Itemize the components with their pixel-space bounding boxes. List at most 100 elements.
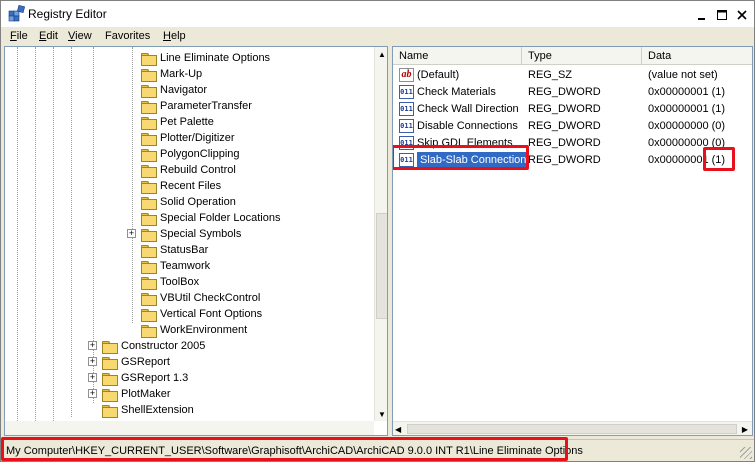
expand-plus-icon[interactable]: + bbox=[88, 357, 97, 366]
tree-item-label: Rebuild Control bbox=[160, 164, 236, 176]
tree-item[interactable]: Special Folder Locations bbox=[140, 210, 280, 226]
tree-item[interactable]: ParameterTransfer bbox=[140, 98, 252, 114]
tree-item-label: Pet Palette bbox=[160, 116, 214, 128]
folder-icon bbox=[101, 372, 118, 386]
expand-plus-icon[interactable]: + bbox=[88, 389, 97, 398]
folder-icon bbox=[140, 68, 157, 82]
tree-item[interactable]: Teamwork bbox=[140, 258, 210, 274]
tree-item[interactable]: ToolBox bbox=[140, 274, 199, 290]
menu-help[interactable]: Help bbox=[163, 30, 186, 42]
column-header-type[interactable]: Type bbox=[522, 47, 642, 65]
tree-guide-line bbox=[71, 47, 72, 417]
maximize-icon bbox=[717, 9, 727, 20]
highlight-box-status-path bbox=[1, 437, 568, 461]
table-row[interactable]: 011 Check Wall Direction REG_DWORD 0x000000… bbox=[393, 100, 752, 117]
highlight-box-value-data bbox=[703, 147, 735, 171]
close-icon bbox=[737, 9, 747, 20]
menu-view[interactable]: View bbox=[68, 30, 92, 42]
value-type-cell: REG_DWORD bbox=[528, 102, 601, 115]
tree-item[interactable]: Special Symbols bbox=[140, 226, 241, 242]
tree-item-label: VBUtil CheckControl bbox=[160, 292, 261, 304]
tree-item[interactable]: GSReport 1.3 bbox=[101, 370, 188, 386]
tree-item[interactable]: Rebuild Control bbox=[140, 162, 236, 178]
tree-item[interactable]: Solid Operation bbox=[140, 194, 236, 210]
folder-icon bbox=[140, 212, 157, 226]
tree-item[interactable]: Vertical Font Options bbox=[140, 306, 262, 322]
tree-item[interactable]: GSReport bbox=[101, 354, 170, 370]
value-type-cell: REG_DWORD bbox=[528, 136, 601, 149]
tree-item[interactable]: StatusBar bbox=[140, 242, 208, 258]
column-header-name[interactable]: Name bbox=[393, 47, 522, 65]
value-data-cell: 0x00000001 (1) bbox=[648, 85, 726, 98]
menu-file[interactable]: File bbox=[10, 30, 28, 42]
binary-value-icon: 011 bbox=[399, 118, 414, 133]
expand-plus-icon[interactable]: + bbox=[88, 373, 97, 382]
folder-icon bbox=[140, 148, 157, 162]
folder-icon bbox=[140, 276, 157, 290]
registry-editor-window: Registry Editor File Edit View Favorites… bbox=[0, 0, 755, 462]
maximize-button[interactable] bbox=[714, 7, 730, 22]
tree-item[interactable]: Navigator bbox=[140, 82, 207, 98]
expand-plus-icon[interactable]: + bbox=[88, 341, 97, 350]
value-name-cell: 011 Check Wall Direction bbox=[399, 100, 519, 117]
tree-item-label: Line Eliminate Options bbox=[160, 52, 271, 64]
tree-item-label: Recent Files bbox=[160, 180, 222, 192]
value-name: Check Materials bbox=[417, 85, 496, 98]
scroll-up-arrow-icon[interactable]: ▲ bbox=[375, 47, 387, 61]
folder-icon bbox=[101, 388, 118, 402]
tree-item[interactable]: Recent Files bbox=[140, 178, 221, 194]
list-horizontal-scrollbar[interactable]: ◀ ▶ bbox=[393, 421, 752, 435]
values-list-pane[interactable]: Name Type Data ab (Default) REG_SZ (value n… bbox=[392, 46, 753, 436]
value-name: Disable Connections bbox=[417, 119, 518, 132]
value-data-cell: (value not set) bbox=[648, 68, 718, 81]
value-data-cell: 0x00000001 (1) bbox=[648, 102, 726, 115]
tree-item-label: ShellExtension bbox=[121, 404, 194, 416]
folder-icon bbox=[101, 356, 118, 370]
folder-icon bbox=[140, 116, 157, 130]
scroll-right-arrow-icon[interactable]: ▶ bbox=[742, 422, 748, 435]
folder-icon bbox=[140, 324, 157, 338]
tree-vertical-scrollbar[interactable]: ▲ ▼ bbox=[374, 47, 387, 421]
tree-item[interactable]: ShellExtension bbox=[101, 402, 194, 418]
scroll-left-arrow-icon[interactable]: ◀ bbox=[395, 422, 401, 435]
binary-value-icon: 011 bbox=[399, 84, 414, 99]
resize-grip-icon[interactable] bbox=[740, 447, 752, 459]
value-name-cell: 011 Disable Connections bbox=[399, 117, 518, 134]
tree-guide-line bbox=[53, 47, 54, 421]
scroll-down-arrow-icon[interactable]: ▼ bbox=[375, 407, 387, 421]
tree-item[interactable]: Plotter/Digitizer bbox=[140, 130, 235, 146]
tree-item[interactable]: Mark-Up bbox=[140, 66, 202, 82]
value-type-cell: REG_DWORD bbox=[528, 153, 601, 166]
expand-plus-icon[interactable]: + bbox=[127, 229, 136, 238]
title-bar[interactable]: Registry Editor bbox=[1, 1, 754, 27]
value-type-cell: REG_DWORD bbox=[528, 119, 601, 132]
tree-item[interactable]: Line Eliminate Options bbox=[140, 50, 270, 66]
tree-item-label: Navigator bbox=[160, 84, 208, 96]
tree-item[interactable]: WorkEnvironment bbox=[140, 322, 247, 338]
scrollbar-thumb[interactable] bbox=[376, 213, 387, 319]
table-row[interactable]: 011 Disable Connections REG_DWORD 0x0000000… bbox=[393, 117, 752, 134]
minimize-button[interactable] bbox=[694, 7, 710, 22]
tree-item[interactable]: Pet Palette bbox=[140, 114, 214, 130]
table-row[interactable]: 011 Check Materials REG_DWORD 0x00000001 (1… bbox=[393, 83, 752, 100]
tree-item[interactable]: PlotMaker bbox=[101, 386, 171, 402]
window-title: Registry Editor bbox=[28, 7, 107, 21]
tree-guide-line bbox=[35, 47, 36, 421]
tree-item-label: Plotter/Digitizer bbox=[160, 132, 235, 144]
tree-item[interactable]: VBUtil CheckControl bbox=[140, 290, 260, 306]
close-button[interactable] bbox=[734, 7, 750, 22]
folder-icon bbox=[140, 228, 157, 242]
value-type-cell: REG_DWORD bbox=[528, 85, 601, 98]
key-tree-pane[interactable]: Line Eliminate Options Mark-Up Navigator Pa… bbox=[4, 46, 388, 436]
menu-favorites[interactable]: Favorites bbox=[105, 30, 150, 42]
scrollbar-thumb[interactable] bbox=[407, 424, 737, 434]
folder-icon bbox=[101, 404, 118, 418]
tree-item[interactable]: PolygonClipping bbox=[140, 146, 240, 162]
folder-icon bbox=[140, 132, 157, 146]
folder-icon bbox=[140, 308, 157, 322]
menu-edit[interactable]: Edit bbox=[39, 30, 58, 42]
tree-item[interactable]: Constructor 2005 bbox=[101, 338, 205, 354]
table-row[interactable]: ab (Default) REG_SZ (value not set) bbox=[393, 66, 752, 83]
column-header-data[interactable]: Data bbox=[642, 47, 752, 65]
string-value-icon: ab bbox=[399, 67, 414, 82]
